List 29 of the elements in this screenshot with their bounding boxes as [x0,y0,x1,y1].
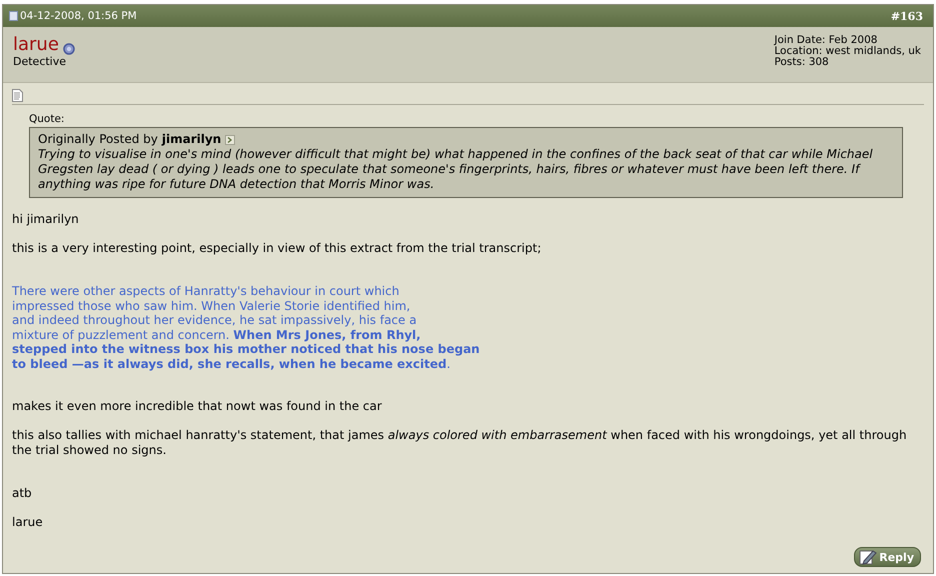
extract-line: There were other aspects of Hanratty's behaviour in court which [12,284,400,298]
post-number-link[interactable]: #163 [890,10,923,22]
user-title: Detective [13,55,68,68]
quote-label: Quote: [29,113,66,125]
user-detail: Posts: 308 [774,57,830,68]
quote-author-link[interactable]: jimarilyn [162,132,222,147]
user-detail: Join Date: Feb 2008 [774,35,878,46]
quote-attribution: Originally Posted by [38,132,158,147]
post-paragraph: larue [12,515,44,530]
post-paragraph: this also tallies with michael hanratty's statement, that james always colored with embarrasement when faced with his wrongdoings, yet all through the trial showed no signs. [12,428,908,458]
extract-line: mixture of puzzlement and concern. When Mrs Jones, from Rhyl, [12,328,422,342]
extract-line: and indeed throughout her evidence, he sat impassively, his face a [12,313,418,328]
document-icon [12,89,23,102]
post-paragraph: this is a very interesting point, especially in view of this extract from the trial transcript; [12,241,542,256]
post-icon [9,11,18,21]
quote-text: Trying to visualise in one's mind (however difficult that might be) what happened in the confines of the back seat of that car while Michael Gregsten lay dead ( or dying ) leads one to speculate that someone's fingerprints, hairs, fibres or whatever must have been left there. If anything was ripe for future DNA detection that Morris Minor was. [38,147,874,192]
post-paragraph: hi jimarilyn [12,212,80,227]
pencil-note-icon [859,549,878,565]
username-link[interactable]: larue [13,35,59,55]
user-detail: Location: west midlands, uk [774,46,921,57]
online-status-icon [62,43,75,55]
reply-button[interactable]: Reply [854,547,921,567]
post-paragraph: makes it even more incredible that nowt was found in the car [12,399,383,414]
extract-line: stepped into the witness box his mother noticed that his nose began [12,342,481,356]
post-paragraph: atb [12,486,33,501]
post-date: 04-12-2008, 01:56 PM [20,10,137,22]
extract-line: impressed those who saw him. When Valerie Storie identified him, [12,298,412,313]
view-post-icon[interactable] [225,134,236,144]
extract-line: to bleed —as it always did, she recalls, when he became excited. [12,356,452,371]
